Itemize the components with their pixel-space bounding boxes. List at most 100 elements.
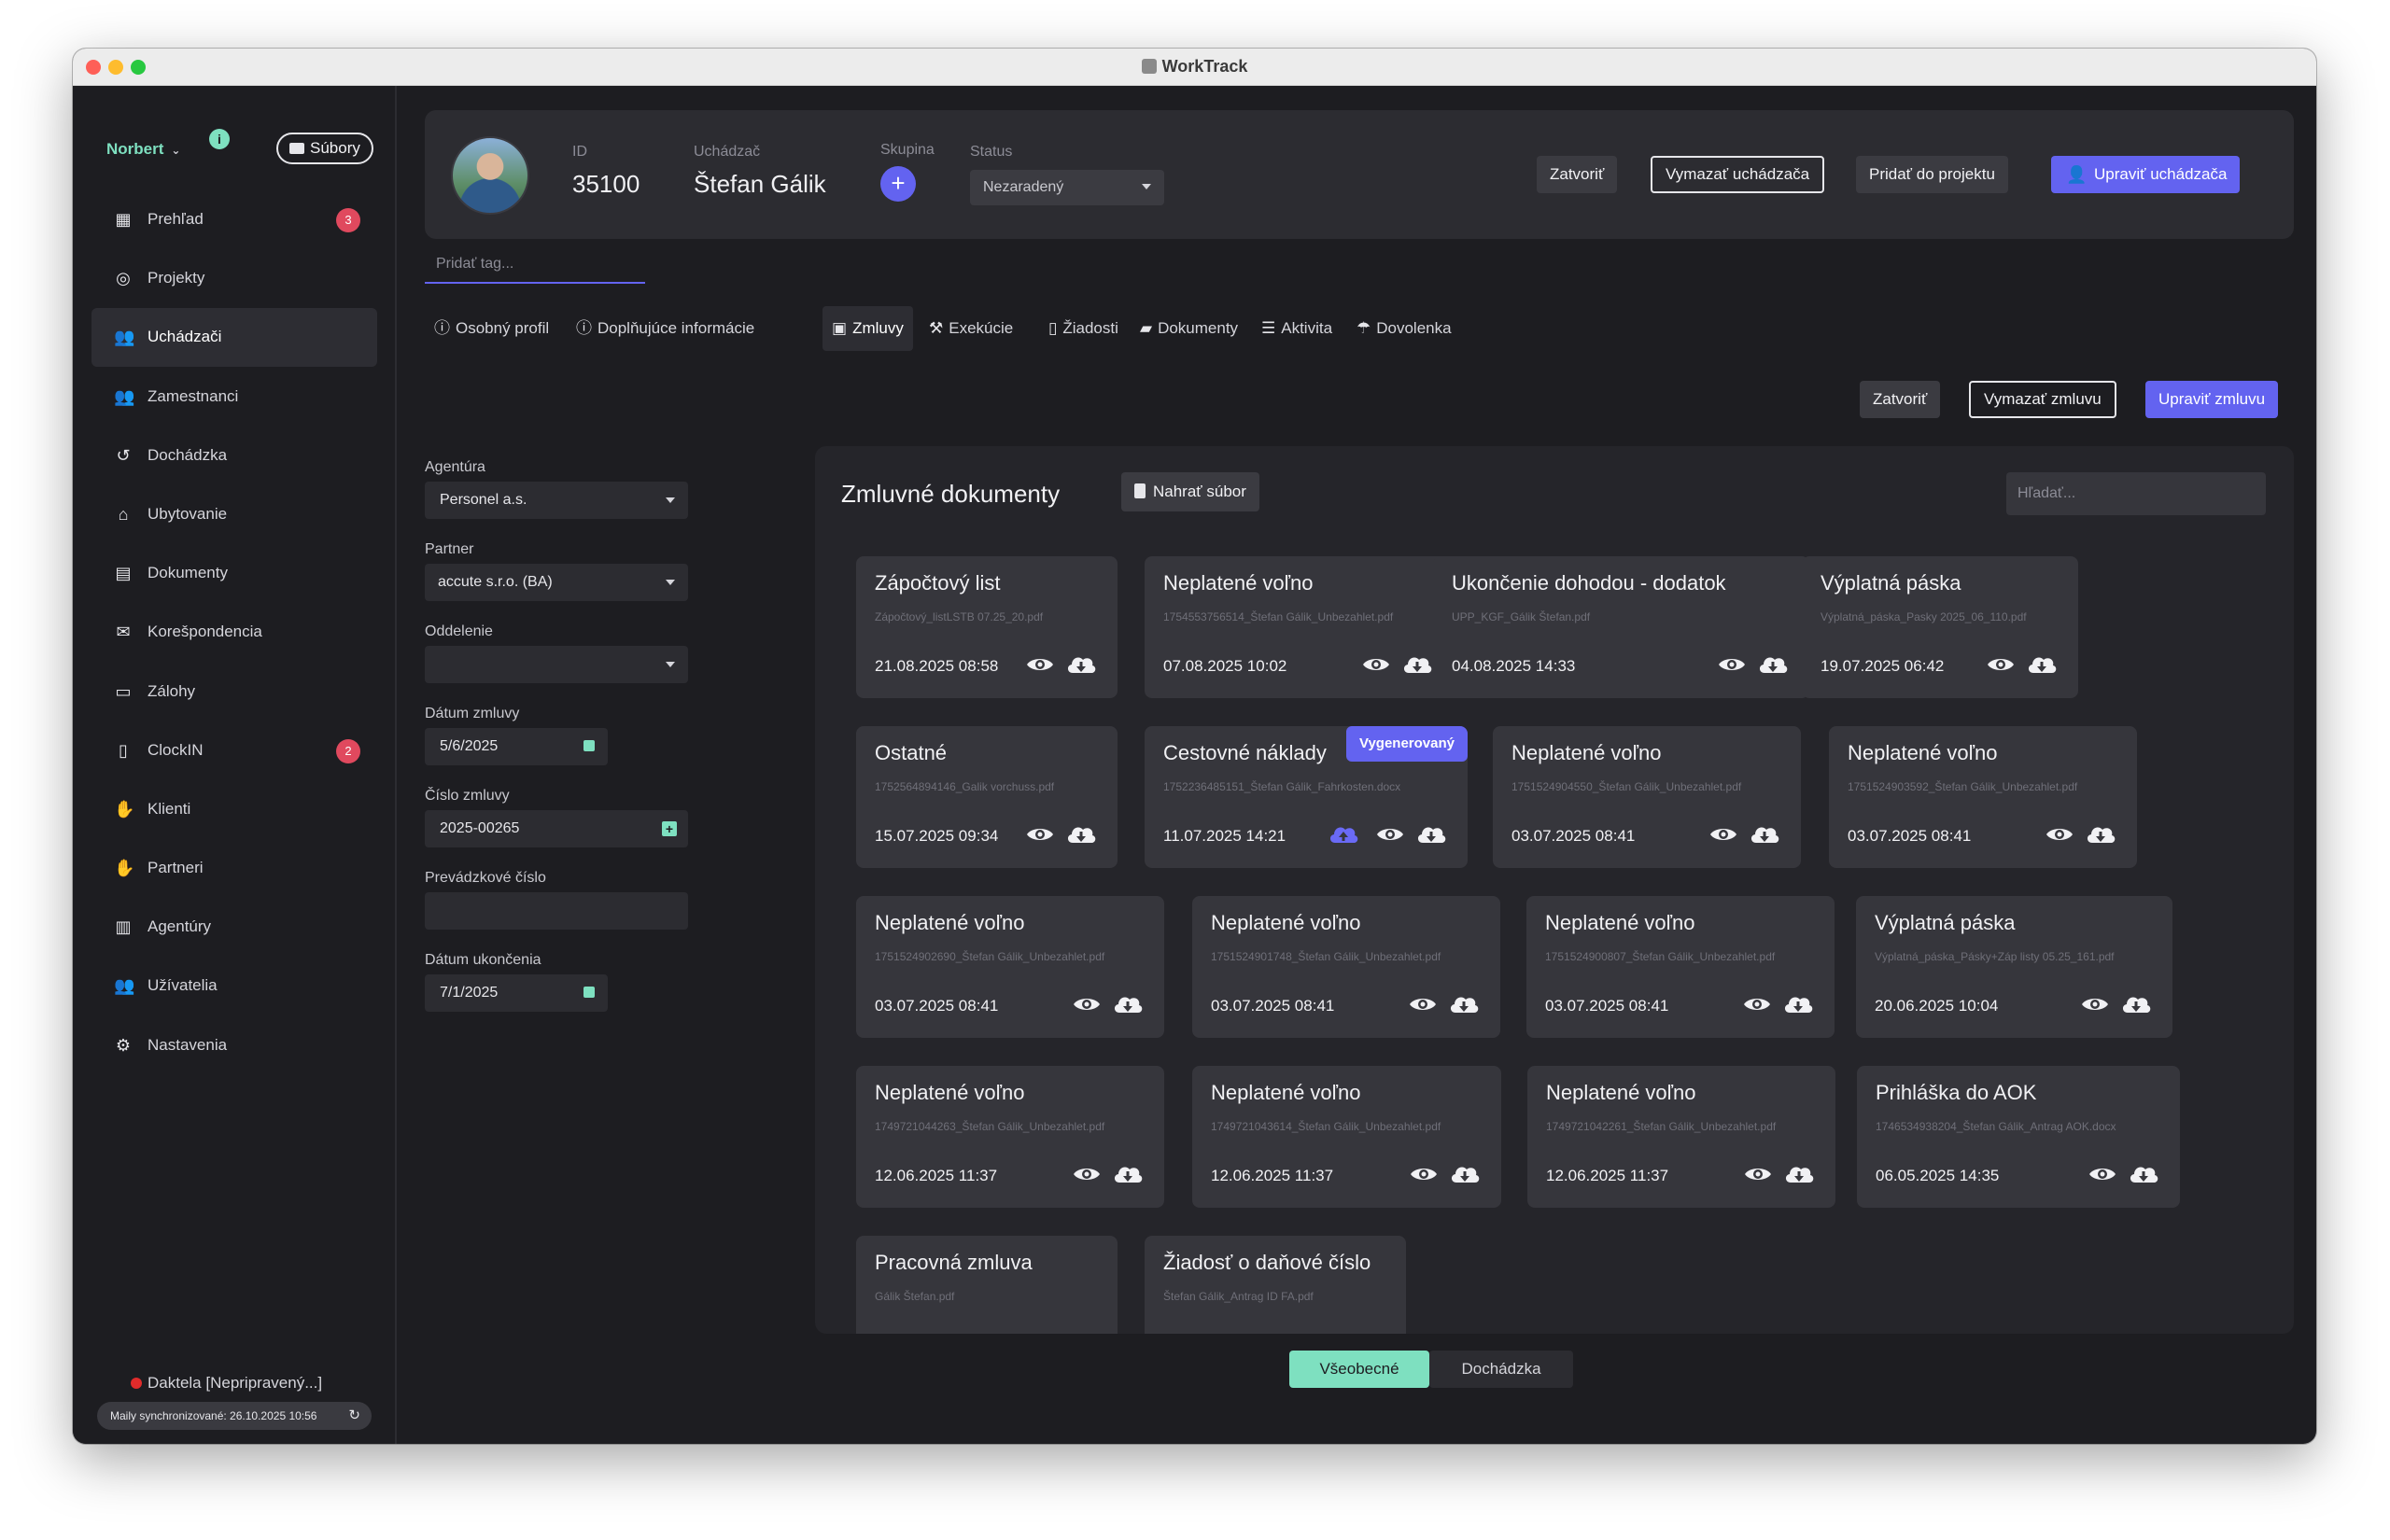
document-card[interactable]: Neplatené voľno 1751524902690_Štefan Gáli… bbox=[856, 896, 1164, 1038]
view-icon[interactable] bbox=[1987, 654, 2015, 675]
sidebar-item[interactable]: 👥 Užívatelia bbox=[91, 957, 377, 1015]
sidebar-item[interactable]: ▤ Dokumenty bbox=[91, 544, 377, 603]
document-card[interactable]: Neplatené voľno 1751524901748_Štefan Gáli… bbox=[1192, 896, 1500, 1038]
view-icon[interactable] bbox=[2046, 824, 2074, 845]
close-contract-button[interactable]: Zatvoriť bbox=[1860, 381, 1941, 418]
download-cloud-icon[interactable] bbox=[2120, 990, 2152, 1016]
plus-square-icon[interactable]: + bbox=[662, 821, 677, 836]
delete-applicant-button[interactable]: Vymazať uchádzača bbox=[1651, 156, 1825, 193]
document-card[interactable]: Žiadosť o daňové číslo Štefan Gálik_Antra… bbox=[1145, 1236, 1406, 1334]
document-card[interactable]: Neplatené voľno 1751524903592_Štefan Gáli… bbox=[1829, 726, 2137, 868]
download-cloud-icon[interactable] bbox=[2026, 651, 2058, 677]
profile-tab[interactable]: ⚒ Exekúcie bbox=[920, 306, 1022, 351]
sidebar-item[interactable]: ▭ Zálohy bbox=[91, 663, 377, 721]
document-card[interactable]: Neplatené voľno 1749721044263_Štefan Gáli… bbox=[856, 1066, 1164, 1208]
operation-number-input[interactable] bbox=[425, 892, 688, 930]
sidebar-item[interactable]: ◎ Projekty bbox=[91, 249, 377, 308]
download-cloud-icon[interactable] bbox=[1415, 820, 1447, 847]
download-cloud-icon[interactable] bbox=[1112, 1160, 1144, 1186]
profile-tab[interactable]: ▣ Zmluvy bbox=[822, 306, 913, 351]
end-date-input[interactable]: 7/1/2025 bbox=[425, 974, 608, 1012]
upload-file-button[interactable]: Nahrať súbor bbox=[1121, 472, 1259, 511]
download-cloud-icon[interactable] bbox=[1065, 651, 1097, 677]
document-card[interactable]: Neplatené voľno 1749721043614_Štefan Gáli… bbox=[1192, 1066, 1501, 1208]
download-cloud-icon[interactable] bbox=[1449, 1160, 1481, 1186]
document-card[interactable]: Ukončenie dohodou - dodatok UPP_KGF_Gálik… bbox=[1433, 556, 1809, 698]
add-to-project-button[interactable]: Pridať do projektu bbox=[1856, 156, 2008, 193]
calendar-icon[interactable] bbox=[583, 740, 595, 751]
download-cloud-icon[interactable] bbox=[1783, 1160, 1815, 1186]
sidebar-item[interactable]: 👥 Zamestnanci bbox=[91, 368, 377, 427]
department-select[interactable] bbox=[425, 646, 688, 683]
download-cloud-icon[interactable] bbox=[1401, 651, 1433, 677]
document-card[interactable]: Prihláška do AOK 1746534938204_Štefan Gál… bbox=[1857, 1066, 2180, 1208]
download-cloud-icon[interactable] bbox=[1782, 990, 1814, 1016]
sidebar-item[interactable]: ▥ Agentúry bbox=[91, 898, 377, 957]
view-icon[interactable] bbox=[1073, 1164, 1101, 1184]
profile-tab[interactable]: ▯ Žiadosti bbox=[1039, 306, 1128, 351]
document-card[interactable]: Zápočtový list Zápočtový_listLSTB 07.25_2… bbox=[856, 556, 1118, 698]
view-icon[interactable] bbox=[1026, 824, 1054, 845]
download-cloud-icon[interactable] bbox=[1448, 990, 1480, 1016]
sidebar-item[interactable]: ▦ Prehľad 3 bbox=[91, 190, 377, 249]
contract-date-input[interactable]: 5/6/2025 bbox=[425, 728, 608, 765]
view-icon[interactable] bbox=[1376, 824, 1404, 845]
user-menu[interactable]: Norbert ⌄ bbox=[106, 140, 180, 159]
view-icon[interactable] bbox=[1409, 994, 1437, 1015]
profile-tab[interactable]: ☂ Dovolenka bbox=[1347, 306, 1461, 351]
document-card[interactable]: Neplatené voľno 1749721042261_Štefan Gáli… bbox=[1527, 1066, 1835, 1208]
view-icon[interactable] bbox=[1362, 654, 1390, 675]
upload-cloud-icon[interactable] bbox=[1328, 820, 1359, 847]
agency-select[interactable]: Personel a.s. bbox=[425, 482, 688, 519]
download-cloud-icon[interactable] bbox=[2128, 1160, 2159, 1186]
download-cloud-icon[interactable] bbox=[1749, 820, 1780, 847]
view-icon[interactable] bbox=[1073, 994, 1101, 1015]
delete-contract-button[interactable]: Vymazať zmluvu bbox=[1969, 381, 2116, 418]
view-icon[interactable] bbox=[1718, 654, 1746, 675]
sidebar-item[interactable]: ▯ ClockIN 2 bbox=[91, 721, 377, 780]
document-card[interactable]: Neplatené voľno 1751524904550_Štefan Gáli… bbox=[1493, 726, 1801, 868]
document-card[interactable]: Výplatná páska Výplatná_páska_Pásky+Záp l… bbox=[1856, 896, 2172, 1038]
document-card[interactable]: Neplatené voľno 1751524900807_Štefan Gáli… bbox=[1526, 896, 1835, 1038]
download-cloud-icon[interactable] bbox=[1112, 990, 1144, 1016]
profile-tab[interactable]: ▰ Dokumenty bbox=[1131, 306, 1247, 351]
document-card[interactable]: Ostatné 1752564894146_Galik vorchuss.pdf 1… bbox=[856, 726, 1118, 868]
files-button[interactable]: Súbory bbox=[276, 133, 373, 164]
view-icon[interactable] bbox=[2088, 1164, 2116, 1184]
info-icon[interactable]: i bbox=[209, 129, 230, 149]
sidebar-item[interactable]: ✋ Klienti bbox=[91, 780, 377, 839]
sidebar-item[interactable]: ✋ Partneri bbox=[91, 839, 377, 898]
profile-tab[interactable]: ⓘ Doplňujúce informácie bbox=[567, 306, 764, 351]
profile-tab[interactable]: ☰ Aktivita bbox=[1252, 306, 1342, 351]
view-icon[interactable] bbox=[1709, 824, 1737, 845]
sidebar-item[interactable]: 👥 Uchádzači bbox=[91, 308, 377, 367]
view-icon[interactable] bbox=[2081, 994, 2109, 1015]
calendar-icon[interactable] bbox=[583, 987, 595, 998]
edit-applicant-button[interactable]: 👤 Upraviť uchádzača bbox=[2051, 156, 2241, 193]
status-select[interactable]: Nezaradený bbox=[970, 170, 1164, 205]
view-icon[interactable] bbox=[1743, 994, 1771, 1015]
tab-general[interactable]: Všeobecné bbox=[1289, 1351, 1429, 1388]
documents-search-input[interactable]: Hľadať... bbox=[2006, 472, 2266, 515]
document-card[interactable]: Cestovné náklady 1752236485151_Štefan Gál… bbox=[1145, 726, 1468, 868]
tag-input[interactable]: Pridať tag... bbox=[425, 250, 645, 284]
sidebar-item[interactable]: ✉ Korešpondencia bbox=[91, 603, 377, 662]
tab-attendance[interactable]: Dochádzka bbox=[1429, 1351, 1573, 1388]
partner-select[interactable]: accute s.r.o. (BA) bbox=[425, 564, 688, 601]
sidebar-item[interactable]: ↺ Dochádzka bbox=[91, 427, 377, 485]
download-cloud-icon[interactable] bbox=[1065, 820, 1097, 847]
view-icon[interactable] bbox=[1744, 1164, 1772, 1184]
document-card[interactable]: Pracovná zmluva Gálik Štefan.pdf bbox=[856, 1236, 1118, 1334]
document-card[interactable]: Výplatná páska Výplatná_páska_Pasky 2025_… bbox=[1802, 556, 2078, 698]
refresh-icon[interactable]: ↻ bbox=[348, 1402, 360, 1430]
document-card[interactable]: Neplatené voľno 1754553756514_Štefan Gáli… bbox=[1145, 556, 1454, 698]
view-icon[interactable] bbox=[1026, 654, 1054, 675]
add-group-button[interactable]: + bbox=[880, 166, 916, 202]
contract-number-input[interactable]: 2025-00265 + bbox=[425, 810, 688, 847]
edit-contract-button[interactable]: Upraviť zmluvu bbox=[2145, 381, 2279, 418]
close-applicant-button[interactable]: Zatvoriť bbox=[1537, 156, 1618, 193]
download-cloud-icon[interactable] bbox=[1757, 651, 1789, 677]
download-cloud-icon[interactable] bbox=[2085, 820, 2116, 847]
view-icon[interactable] bbox=[1410, 1164, 1438, 1184]
sidebar-item[interactable]: ⚙ Nastavenia bbox=[91, 1016, 377, 1075]
